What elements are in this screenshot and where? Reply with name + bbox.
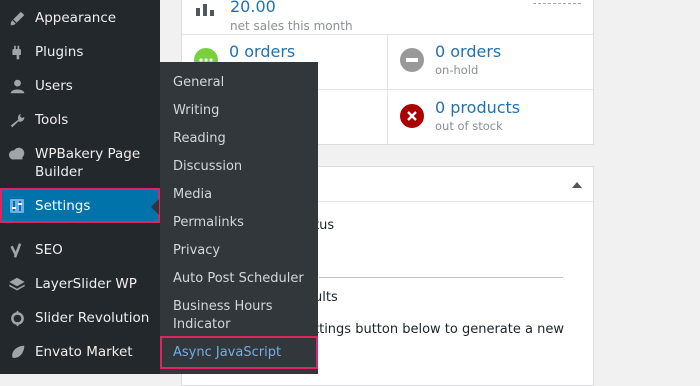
sidebar-item-label: LayerSlider WP [35, 276, 137, 292]
sidebar-item-appearance[interactable]: Appearance [0, 9, 160, 27]
settings-icon [8, 197, 26, 215]
submenu-item-label: Business Hours [173, 299, 273, 314]
submenu-item-business-hours[interactable]: Business Hours Indicator [173, 298, 273, 334]
sidebar-item-slider-revolution[interactable]: Slider Revolution [0, 309, 160, 327]
sidebar-item-plugins[interactable]: Plugins [0, 43, 160, 61]
admin-sidebar: Appearance Plugins Users Tools WPBakery … [0, 0, 160, 374]
wrench-icon [8, 111, 26, 129]
collapse-arrow-icon[interactable] [572, 182, 582, 188]
net-sales-value[interactable]: 20.00 [230, 0, 353, 15]
sidebar-item-label: Envato Market [35, 344, 133, 360]
widget-text-instructions: ttings button below to generate a new [314, 322, 564, 337]
sidebar-item-label: Settings [35, 198, 91, 214]
leaf-icon [8, 343, 26, 361]
plugin-icon [8, 43, 26, 61]
submenu-item-media[interactable]: Media [173, 186, 212, 204]
out-of-stock-icon [400, 104, 424, 128]
onhold-orders-value[interactable]: 0 orders [435, 43, 501, 61]
sidebar-item-label-line2: Builder [35, 164, 83, 180]
onhold-icon [400, 48, 424, 72]
layers-icon [8, 275, 26, 293]
out-of-stock-value[interactable]: 0 products [435, 99, 520, 117]
out-of-stock-stat[interactable]: 0 products out of stock [400, 99, 520, 133]
active-menu-arrow [151, 199, 159, 215]
submenu-item-async-javascript[interactable]: Async JavaScript [160, 336, 318, 369]
sidebar-item-envato-market[interactable]: Envato Market [0, 343, 160, 361]
cloud-icon [8, 145, 26, 163]
divider [387, 34, 388, 144]
sidebar-item-label: Tools [35, 112, 69, 128]
paintbrush-icon [8, 9, 26, 27]
yoast-icon [8, 241, 26, 259]
refresh-icon [8, 309, 26, 327]
sidebar-item-layerslider[interactable]: LayerSlider WP [0, 275, 160, 293]
sparkline [533, 3, 581, 6]
settings-submenu: General Writing Reading Discussion Media… [160, 62, 318, 374]
out-of-stock-label: out of stock [435, 119, 503, 133]
submenu-item-auto-post-scheduler[interactable]: Auto Post Scheduler [173, 270, 304, 288]
divider [319, 277, 563, 278]
sidebar-item-label: Users [35, 78, 73, 94]
submenu-item-permalinks[interactable]: Permalinks [173, 214, 244, 232]
sidebar-item-label: WPBakery Page [35, 146, 141, 162]
sidebar-item-label: Plugins [35, 44, 84, 60]
submenu-item-writing[interactable]: Writing [173, 102, 219, 120]
onhold-orders-stat[interactable]: 0 orders on-hold [400, 43, 501, 77]
sidebar-item-label: Appearance [35, 10, 117, 26]
sidebar-item-label: Slider Revolution [35, 310, 150, 326]
sidebar-item-seo[interactable]: SEO [0, 241, 160, 259]
sidebar-item-users[interactable]: Users [0, 77, 160, 95]
submenu-item-reading[interactable]: Reading [173, 130, 226, 148]
processing-orders-value[interactable]: 0 orders [229, 43, 319, 61]
user-icon [8, 77, 26, 95]
sidebar-item-settings[interactable]: Settings [0, 188, 160, 223]
net-sales-block[interactable]: 20.00 net sales this month [230, 0, 353, 33]
sidebar-item-wpbakery[interactable]: WPBakery Page Builder [0, 145, 160, 181]
submenu-item-general[interactable]: General [173, 74, 224, 92]
submenu-item-discussion[interactable]: Discussion [173, 158, 242, 176]
submenu-item-label-line2: Indicator [173, 317, 231, 332]
sidebar-item-label: SEO [35, 242, 63, 258]
bar-chart-icon [196, 1, 214, 20]
submenu-item-label: Async JavaScript [173, 345, 282, 360]
sidebar-item-tools[interactable]: Tools [0, 111, 160, 129]
submenu-item-privacy[interactable]: Privacy [173, 242, 220, 260]
onhold-orders-label: on-hold [435, 63, 479, 77]
net-sales-label: net sales this month [230, 19, 353, 33]
